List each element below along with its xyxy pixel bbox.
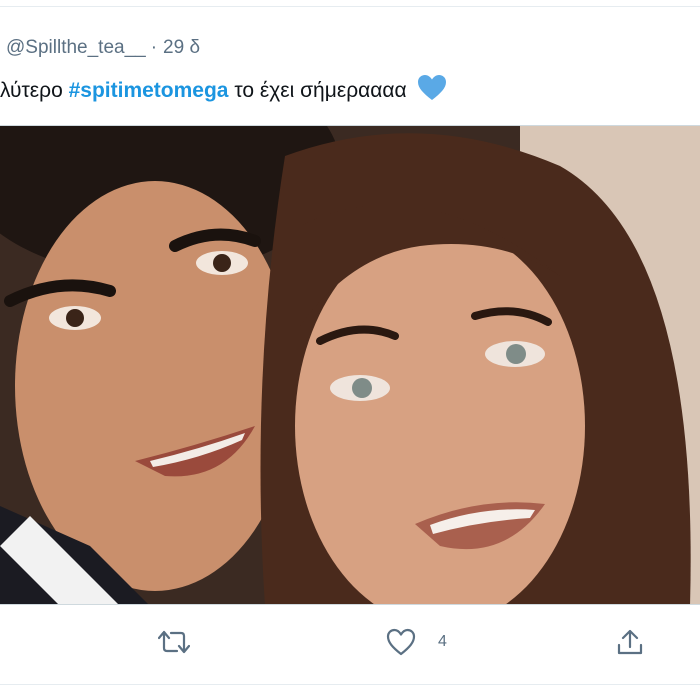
tweet-text-after: το έχει σήμεραααα [228,79,407,102]
like-count: 4 [438,633,447,650]
tweet-text: λύτερο #spitimetomega το έχει σήμεραααα [0,74,447,109]
header-separator: · [150,37,158,58]
share-icon [616,628,644,656]
tweet-text-before: λύτερο [0,79,69,102]
bottom-divider [0,684,700,685]
tweet-header: @Spillthe_tea__ · 29 δ [6,36,200,60]
share-button[interactable] [616,628,644,656]
heart-outline-icon [386,628,416,656]
tweet-photo[interactable] [0,125,700,605]
retweet-button[interactable] [158,628,190,656]
hashtag-link[interactable]: #spitimetomega [69,79,229,102]
retweet-icon [158,628,190,656]
user-handle[interactable]: @Spillthe_tea__ [6,37,146,59]
like-button[interactable]: 4 [386,628,447,656]
blue-heart-icon [417,74,447,109]
tweet-timestamp[interactable]: 29 δ [163,37,200,59]
tweet-actions: 4 [0,620,700,666]
top-divider [0,6,700,7]
